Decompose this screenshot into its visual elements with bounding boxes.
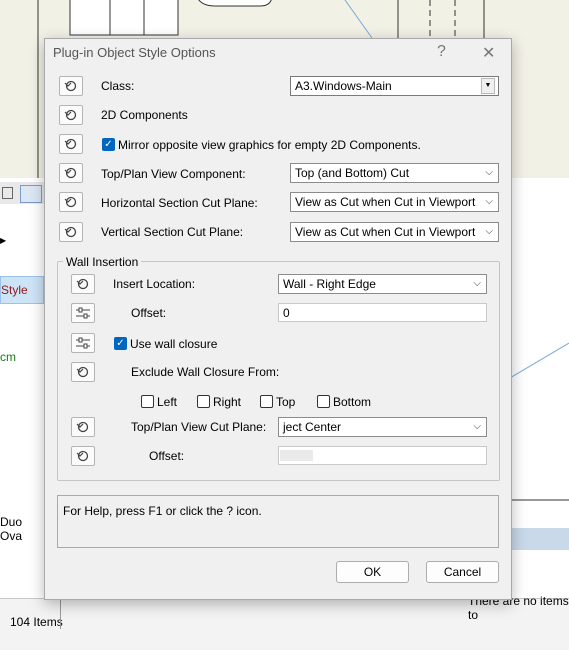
top-plan-select[interactable]: Top (and Bottom) Cut ⌵ — [290, 163, 499, 183]
mirror-checkbox[interactable]: ✓ — [102, 138, 115, 151]
top-plan-label: Top/Plan View Component: — [101, 167, 246, 181]
exclude-style-button[interactable] — [71, 362, 95, 382]
class-style-button[interactable] — [59, 76, 83, 96]
components-label: 2D Components — [101, 108, 188, 122]
resource-panel: ▶ Style cm Duo Ova — [0, 178, 45, 649]
chevron-down-icon: ⌵ — [485, 226, 493, 237]
closure-parameter-button[interactable] — [71, 333, 95, 353]
exclude-top-label: Top — [276, 395, 296, 409]
list-view-icon[interactable] — [20, 185, 42, 203]
exclude-right-label: Right — [213, 395, 242, 409]
offset-label: Offset: — [131, 306, 167, 320]
expand-arrow-icon[interactable]: ▶ — [0, 236, 6, 245]
style-label: Style — [1, 283, 28, 297]
style-by-class-icon — [64, 196, 77, 208]
exclude-top-checkbox[interactable] — [260, 395, 273, 408]
dropdown-arrow-icon[interactable]: ▼ — [481, 78, 495, 94]
style-by-class-icon — [76, 366, 89, 378]
wall-insertion-title: Wall Insertion — [63, 255, 142, 269]
chevron-down-icon: ⌵ — [485, 167, 493, 178]
style-by-class-icon — [76, 421, 89, 433]
ok-label: OK — [363, 565, 382, 579]
style-by-class-icon — [64, 226, 77, 238]
duo-ova-label: Duo Ova — [0, 515, 23, 543]
insert-location-style-button[interactable] — [71, 274, 95, 294]
horizontal-cut-select[interactable]: View as Cut when Cut in Viewport ⌵ — [290, 192, 499, 212]
horizontal-cut-label: Horizontal Section Cut Plane: — [101, 196, 258, 210]
style-by-class-icon — [76, 450, 89, 462]
grid-view-icon[interactable] — [2, 187, 13, 199]
horizontal-style-button[interactable] — [59, 192, 83, 212]
cm-label: cm — [0, 350, 16, 364]
offset2-field[interactable] — [278, 446, 487, 465]
chevron-down-icon: ⌵ — [473, 421, 481, 432]
wall-closure-label: Use wall closure — [130, 337, 218, 351]
wall-closure-checkbox[interactable]: ✓ — [114, 337, 127, 350]
offset2-style-button[interactable] — [71, 446, 95, 466]
class-value: A3.Windows-Main — [295, 79, 392, 93]
style-by-class-icon — [64, 138, 77, 150]
exclude-left-checkbox[interactable] — [141, 395, 154, 408]
cut-plane-style-button[interactable] — [71, 417, 95, 437]
sliders-icon — [76, 337, 90, 349]
insert-location-value: Wall - Right Edge — [283, 277, 376, 291]
exclude-left-label: Left — [157, 395, 178, 409]
class-select[interactable]: A3.Windows-Main ▼ — [290, 76, 499, 96]
exclude-label: Exclude Wall Closure From: — [131, 365, 280, 379]
class-label: Class: — [101, 79, 135, 93]
exclude-right-checkbox[interactable] — [197, 395, 210, 408]
cancel-label: Cancel — [443, 565, 482, 579]
item-count: 104 Items — [10, 615, 63, 629]
sliders-icon — [76, 307, 90, 319]
top-plan-style-button[interactable] — [59, 163, 83, 183]
chevron-down-icon: ⌵ — [485, 196, 493, 207]
mirror-style-button[interactable] — [59, 134, 83, 154]
vertical-cut-value: View as Cut when Cut in Viewport — [295, 225, 476, 239]
plugin-object-style-dialog: Plug-in Object Style Options ? ✕ Class: … — [44, 38, 512, 600]
background-lines — [509, 342, 569, 550]
offset2-label: Offset: — [149, 449, 185, 463]
cut-plane-label: Top/Plan View Cut Plane: — [131, 420, 267, 434]
vertical-cut-select[interactable]: View as Cut when Cut in Viewport ⌵ — [290, 222, 499, 242]
status-bar: 104 Items There are no items to — [0, 594, 569, 650]
style-by-class-icon — [64, 167, 77, 179]
ok-button[interactable]: OK — [336, 561, 409, 583]
components-style-button[interactable] — [59, 105, 83, 125]
help-text-box: For Help, press F1 or click the ? icon. — [57, 495, 499, 548]
vertical-cut-label: Vertical Section Cut Plane: — [101, 225, 244, 239]
dialog-title: Plug-in Object Style Options — [53, 45, 216, 60]
divider — [60, 599, 61, 629]
cut-plane-select[interactable]: ject Center ⌵ — [278, 417, 487, 437]
insert-location-label: Insert Location: — [113, 277, 196, 291]
offset-parameter-button[interactable] — [71, 303, 95, 323]
cut-plane-value: ject Center — [283, 420, 342, 434]
style-by-class-icon — [64, 80, 77, 92]
top-plan-value: Top (and Bottom) Cut — [295, 166, 410, 180]
offset2-placeholder-block — [280, 450, 313, 461]
cancel-button[interactable]: Cancel — [426, 561, 499, 583]
offset-field[interactable]: 0 — [278, 303, 487, 322]
close-icon[interactable]: ✕ — [482, 43, 495, 63]
help-icon[interactable]: ? — [437, 43, 446, 61]
exclude-bottom-checkbox[interactable] — [317, 395, 330, 408]
insert-location-select[interactable]: Wall - Right Edge ⌵ — [278, 274, 487, 294]
style-by-class-icon — [76, 278, 89, 290]
background-right-area — [509, 178, 569, 598]
exclude-bottom-label: Bottom — [333, 395, 372, 409]
help-text: For Help, press F1 or click the ? icon. — [63, 504, 262, 518]
style-by-class-icon — [64, 109, 77, 121]
offset-value: 0 — [283, 306, 290, 320]
chevron-down-icon: ⌵ — [473, 278, 481, 289]
horizontal-cut-value: View as Cut when Cut in Viewport — [295, 195, 476, 209]
vertical-style-button[interactable] — [59, 222, 83, 242]
panel-toolbar — [0, 182, 44, 204]
mirror-label: Mirror opposite view graphics for empty … — [118, 138, 421, 152]
style-list-item[interactable]: Style — [0, 276, 44, 304]
